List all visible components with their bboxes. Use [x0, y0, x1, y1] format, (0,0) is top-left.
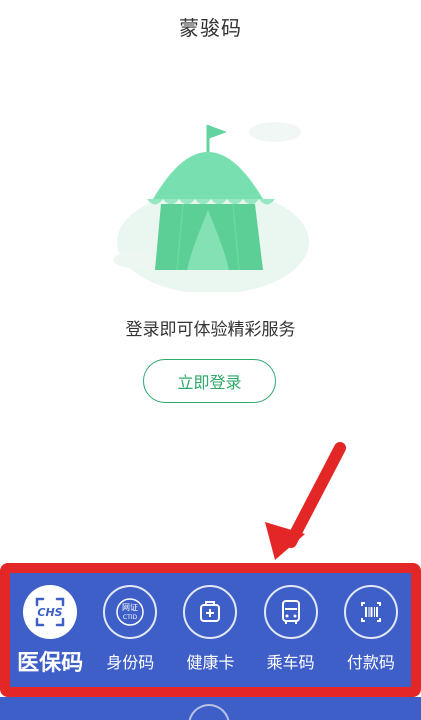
nav-item-payment-code[interactable]: 付款码: [331, 585, 411, 673]
nav-item-health-card[interactable]: 健康卡: [170, 585, 250, 673]
nav-label-medical-insurance: 医保码: [17, 651, 84, 676]
svg-text:CHS: CHS: [37, 606, 62, 619]
nav-label-payment-code: 付款码: [346, 653, 395, 672]
tent-illustration: [113, 122, 309, 292]
nav-label-bus-code: 乘车码: [266, 653, 315, 672]
bottom-nav: CHS 医保码 网证 CTID 身份码 健康卡 乘车码 付款码: [10, 573, 411, 687]
nav-label-identity-code: 身份码: [106, 653, 155, 672]
app-screen: 蒙骏码 登录即可体验精彩服务 立即登录 CHS 医保码 网证 CTID 身份码 …: [0, 0, 421, 720]
nav-item-bus-code[interactable]: 乘车码: [251, 585, 331, 673]
login-button[interactable]: 立即登录: [143, 359, 276, 403]
red-arrow-annotation: [265, 442, 346, 560]
login-prompt-text: 登录即可体验精彩服务: [125, 320, 296, 340]
svg-text:网证: 网证: [122, 603, 138, 612]
chs-icon: CHS: [23, 585, 78, 639]
health-kit-icon: [183, 585, 238, 639]
barcode-icon: [343, 585, 398, 639]
bottom-nav-highlight-frame: CHS 医保码 网证 CTID 身份码 健康卡 乘车码 付款码: [0, 563, 421, 697]
nav-label-health-card: 健康卡: [186, 653, 235, 672]
svg-text:CTID: CTID: [123, 614, 138, 621]
page-title: 蒙骏码: [179, 16, 242, 40]
ctid-icon: 网证 CTID: [103, 585, 158, 639]
nav-item-medical-insurance[interactable]: CHS 医保码: [10, 585, 90, 677]
nav-item-identity-code[interactable]: 网证 CTID 身份码: [90, 585, 170, 673]
bus-icon: [263, 585, 318, 639]
